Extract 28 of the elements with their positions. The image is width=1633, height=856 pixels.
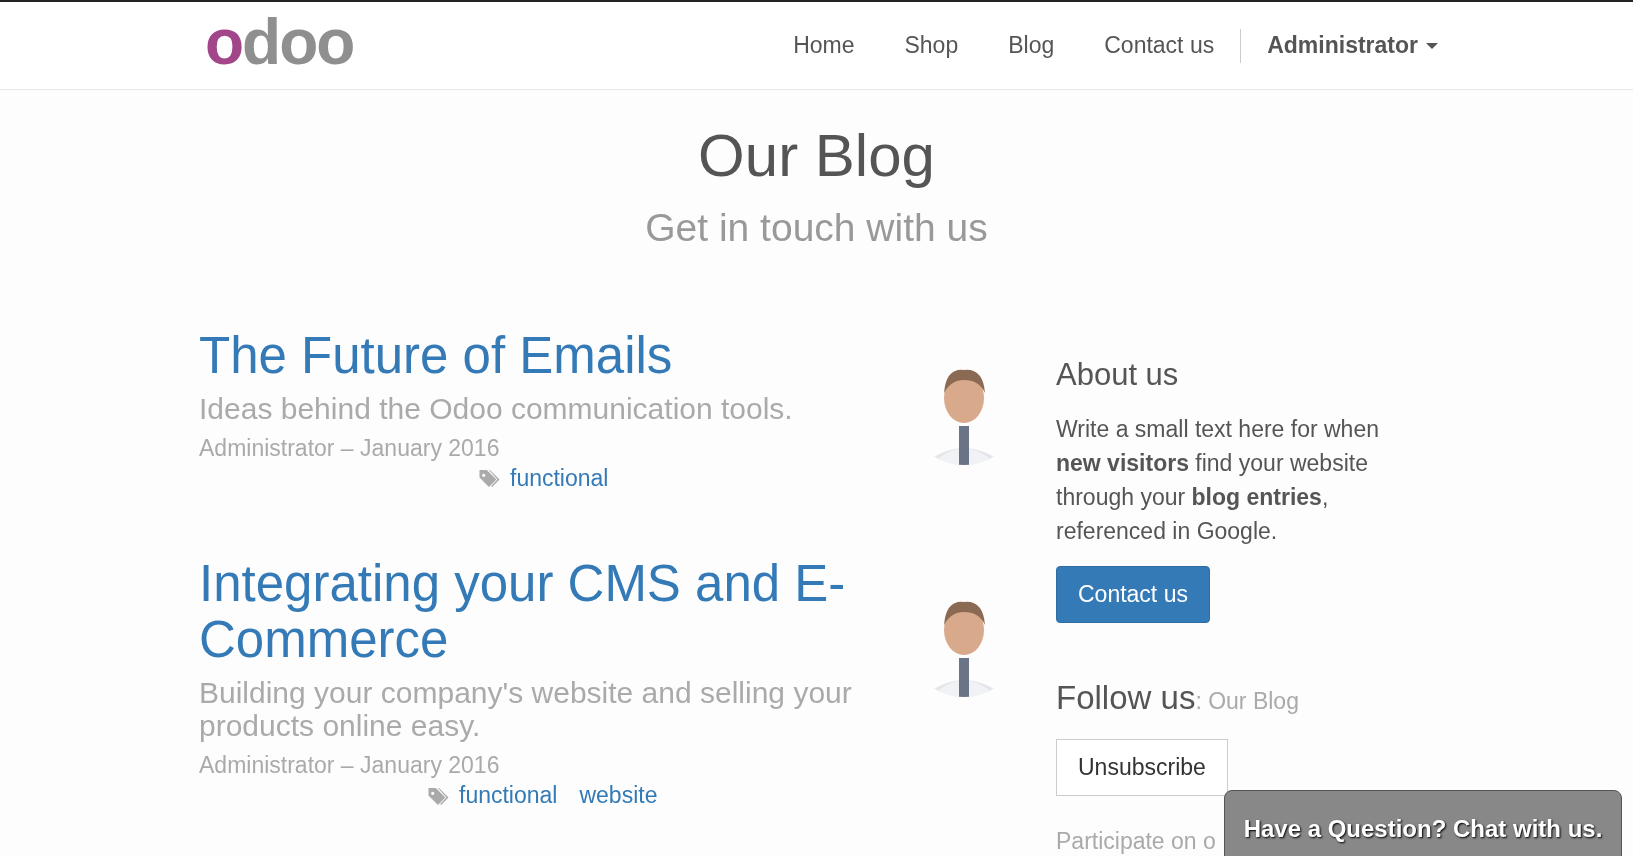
unsubscribe-button[interactable]: Unsubscribe (1056, 738, 1228, 796)
chat-button[interactable]: Have a Question? Chat with us. (1224, 790, 1622, 856)
tag-link[interactable]: functional (510, 461, 609, 496)
tag-link[interactable]: website (579, 778, 658, 813)
page-subtitle: Get in touch with us (645, 205, 988, 251)
nav-link[interactable]: Shop (904, 28, 959, 63)
nav-link[interactable]: Home (793, 28, 855, 63)
post-title[interactable]: Integrating your CMS and E-Commerce (199, 555, 889, 668)
post-subtitle: Building your company's website and selling your products online easy. (199, 675, 853, 742)
nav-link[interactable]: Blog (1008, 28, 1055, 63)
caret-icon (1426, 42, 1438, 49)
tags-icon (477, 468, 502, 489)
post-subtitle: Ideas behind the Odoo communication tools. (199, 391, 794, 425)
blog-name: : Our Blog (1195, 687, 1299, 716)
tags-icon (426, 785, 451, 806)
participate-text: Participate on o (1056, 826, 1216, 856)
odoo-logo[interactable]: odoo (205, 9, 354, 74)
about-text: Write a small text here for when new visitors find your website through your blog entries, referenced in Google. (1056, 415, 1380, 546)
section-heading: About us (1056, 355, 1179, 394)
contact-button[interactable]: Contact us (1056, 566, 1210, 623)
page-title: Our Blog (698, 121, 935, 191)
user-menu[interactable]: Administrator (1267, 28, 1438, 63)
post-meta: Administrator – January 2016 (199, 750, 501, 780)
tag-link[interactable]: functional (459, 778, 558, 813)
nav-link[interactable]: Contact us (1104, 28, 1215, 63)
post-meta: Administrator – January 2016 (199, 433, 501, 463)
section-heading: Follow us (1056, 678, 1196, 718)
post-title[interactable]: The Future of Emails (199, 327, 889, 384)
